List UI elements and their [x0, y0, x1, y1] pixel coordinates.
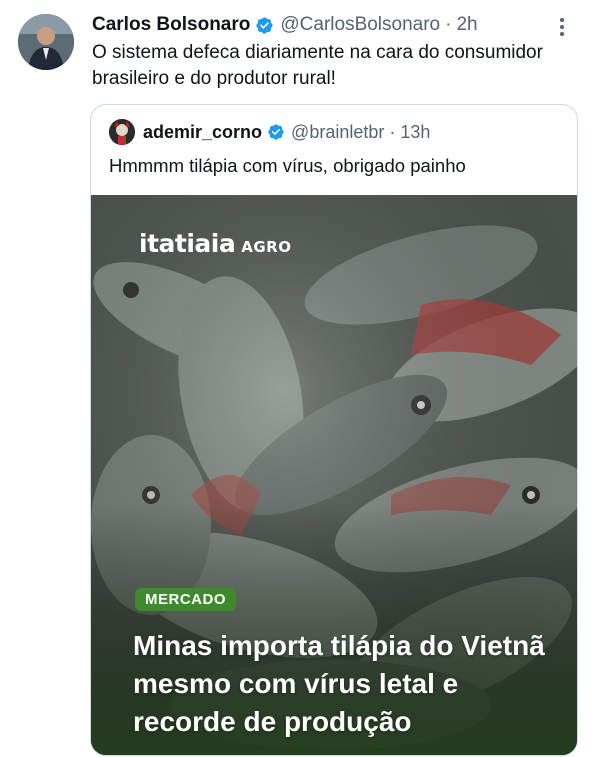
more-options-icon[interactable] — [551, 16, 573, 38]
tweet-header: Carlos Bolsonaro @CarlosBolsonaro · 2h — [92, 12, 571, 38]
timestamp[interactable]: 2h — [456, 14, 477, 36]
media-headline: Minas importa tilápia do Vietnã mesmo co… — [133, 630, 545, 737]
verified-badge-icon — [267, 123, 285, 141]
quoted-avatar[interactable] — [109, 119, 135, 145]
brand-sub: AGRO — [241, 238, 292, 256]
tweet-text: O sistema defeca diariamente na cara do … — [92, 42, 543, 89]
separator: · — [445, 14, 452, 35]
quoted-text: Hmmmm tilápia com vírus, obrigado painho — [109, 155, 466, 176]
category-badge: MERCADO — [135, 588, 236, 611]
tweet: Carlos Bolsonaro @CarlosBolsonaro · 2h O… — [0, 0, 591, 757]
brand-logo: itatiaia AGRO — [139, 229, 291, 258]
verified-badge-icon — [255, 16, 274, 35]
author-avatar[interactable] — [18, 14, 74, 70]
quoted-media-image[interactable]: itatiaia AGRO MERCADO Minas importa tiláp… — [91, 195, 577, 755]
quoted-timestamp[interactable]: 13h — [400, 122, 430, 143]
quoted-header: ademir_corno @brainletbr · 13h — [109, 119, 430, 145]
quoted-author-handle[interactable]: @brainletbr — [291, 122, 384, 143]
author-name[interactable]: Carlos Bolsonaro — [92, 14, 250, 36]
separator: · — [389, 121, 396, 142]
author-handle[interactable]: @CarlosBolsonaro — [280, 14, 440, 36]
quoted-tweet[interactable]: ademir_corno @brainletbr · 13h Hmmmm til… — [90, 104, 578, 756]
quoted-author-name[interactable]: ademir_corno — [143, 122, 262, 143]
brand-name: itatiaia — [139, 229, 236, 258]
